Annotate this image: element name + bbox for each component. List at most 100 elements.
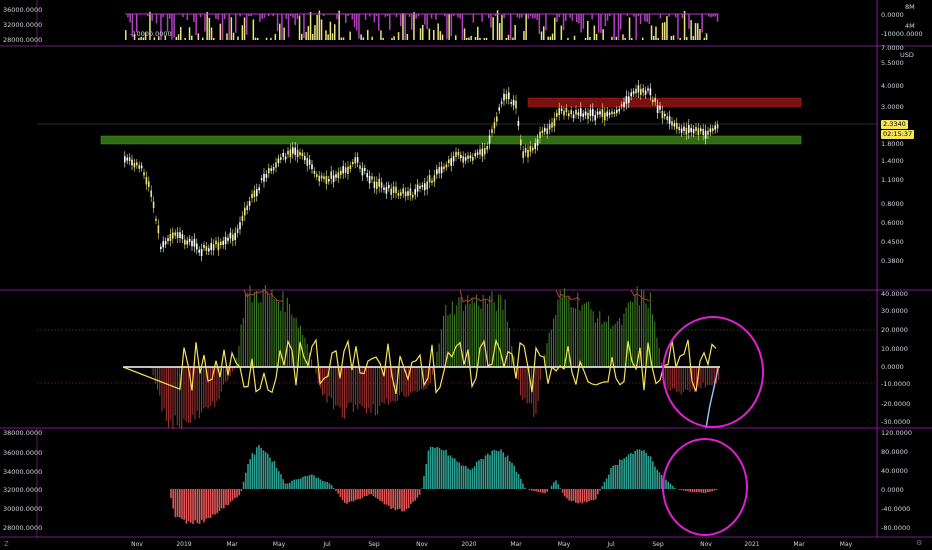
macd-bar — [687, 489, 689, 492]
macd-bar — [183, 489, 185, 520]
volume-bar — [672, 35, 675, 40]
candle-body — [208, 248, 210, 252]
oscillator-bar — [608, 315, 610, 367]
oscillator-bar — [350, 367, 352, 403]
macd-bar — [537, 489, 540, 493]
volume-bar — [428, 28, 431, 40]
oscillator-bar — [546, 343, 548, 367]
macd-bar — [531, 489, 533, 491]
macd-bar — [619, 459, 621, 489]
macd-bar — [260, 448, 262, 489]
macd-bar — [258, 445, 260, 489]
volume-bar — [230, 17, 233, 40]
macd-right-axis-5: -40.0000 — [881, 505, 911, 513]
volume-bar — [360, 34, 362, 40]
volume-bar — [635, 14, 637, 40]
macd-bar — [242, 481, 245, 489]
candle-body — [200, 249, 203, 257]
osc-axis-5: 0.0000 — [881, 363, 904, 371]
macd-bar — [553, 482, 555, 489]
candle-body — [421, 185, 424, 188]
oscillator-bar — [700, 367, 702, 389]
oscillator-bar — [253, 292, 255, 367]
macd-bar — [707, 489, 709, 493]
volume-bar — [296, 14, 299, 20]
volume-bar — [424, 14, 426, 25]
volume-bar — [562, 14, 565, 30]
oscillator-bar — [187, 367, 189, 423]
macd-bar — [187, 489, 190, 522]
oscillator-bar — [401, 367, 403, 392]
volume-bar — [602, 29, 604, 40]
oscillator-bar — [443, 315, 445, 367]
oscillator-bar — [482, 294, 484, 367]
candle-body — [654, 97, 656, 102]
volume-bar — [208, 17, 211, 40]
oscillator-bar — [713, 367, 715, 383]
annotation-circle-oscillator[interactable] — [662, 316, 764, 428]
candle-body — [510, 101, 512, 105]
macd-bar — [297, 478, 300, 489]
support-zone[interactable] — [100, 135, 802, 145]
volume-bar — [345, 14, 347, 23]
oscillator-bar — [352, 367, 354, 413]
volume-bar — [468, 37, 470, 40]
macd-bar — [267, 453, 269, 489]
candle-body — [376, 181, 378, 189]
volume-bar — [305, 31, 307, 40]
volume-bar — [679, 37, 681, 40]
macd-bar — [702, 489, 705, 493]
volume-bar — [664, 22, 666, 40]
volume-bar — [301, 33, 303, 40]
volume-bar — [488, 14, 490, 19]
macd-bar — [337, 489, 339, 494]
macd-bar — [190, 489, 192, 523]
macd-bar — [218, 489, 221, 512]
candle-body — [524, 148, 527, 153]
candle-body — [508, 92, 510, 100]
macd-bar — [575, 489, 577, 503]
macd-bar — [403, 489, 405, 512]
macd-bar — [368, 489, 370, 495]
macd-bar — [271, 461, 273, 489]
oscillator-bar — [504, 299, 506, 367]
macd-bar — [627, 454, 630, 489]
volume-bar — [265, 37, 268, 40]
candle-body — [440, 166, 443, 174]
volume-bar — [450, 14, 453, 37]
countdown-tag: 02:15:37 — [881, 130, 915, 139]
candle-body — [337, 172, 340, 178]
macd-bar — [440, 449, 443, 489]
timezone-icon[interactable]: Z — [4, 540, 9, 548]
candle-body — [258, 187, 260, 191]
oscillator-bar — [324, 367, 326, 395]
oscillator-bar — [522, 367, 524, 400]
volume-bar — [393, 36, 395, 40]
oscillator-bar — [176, 367, 178, 426]
volume-bar — [510, 14, 512, 40]
oscillator-bar — [707, 367, 709, 386]
macd-bar — [643, 450, 645, 489]
annotation-circle-macd[interactable] — [662, 438, 748, 536]
oscillator-bar — [379, 367, 381, 407]
oscillator-bar — [388, 367, 390, 405]
oscillator-bar — [548, 332, 550, 367]
volume-bar — [217, 14, 219, 20]
settings-icon[interactable]: ⚙ — [916, 539, 922, 547]
volume-bar — [620, 14, 622, 30]
oscillator-bar — [570, 307, 572, 367]
volume-bar — [285, 14, 288, 19]
macd-bar — [469, 469, 471, 489]
oscillator-bar — [498, 294, 500, 367]
oscillator-bar — [535, 367, 537, 414]
macd-bar — [399, 489, 401, 509]
macd-bar — [249, 459, 251, 489]
chart-canvas[interactable] — [0, 0, 932, 550]
oscillator-bar — [245, 292, 247, 367]
macd-bar — [493, 449, 496, 489]
oscillator-bar — [425, 367, 427, 389]
macd-right-axis-2: 80.0000 — [881, 448, 908, 456]
macd-bar — [625, 456, 628, 489]
candle-body — [239, 222, 241, 230]
resistance-zone[interactable] — [527, 97, 802, 108]
